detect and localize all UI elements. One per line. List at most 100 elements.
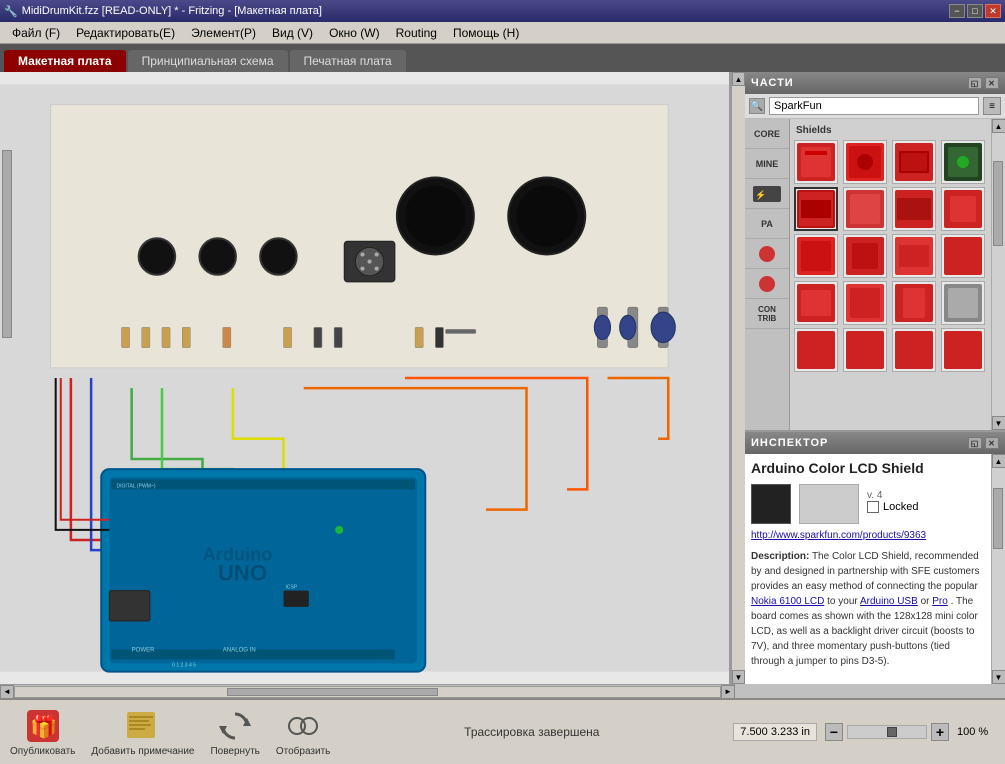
inspector-version-block: v. 4 Locked bbox=[867, 490, 918, 519]
part-cell-9[interactable] bbox=[794, 234, 838, 278]
close-button[interactable]: ✕ bbox=[985, 4, 1001, 18]
svg-text:POWER: POWER bbox=[132, 647, 156, 653]
inspector-scrollbar[interactable]: ▲ ▼ bbox=[991, 454, 1005, 684]
zoom-plus-button[interactable]: + bbox=[931, 723, 949, 741]
breadboard-svg: dots · · · · · · · · · · · · · · · · · ·… bbox=[0, 72, 729, 684]
canvas-vertical-scrollbar[interactable]: ▲ ▼ bbox=[731, 72, 745, 684]
parts-scroll-up[interactable]: ▲ bbox=[992, 119, 1005, 133]
inspector-scroll-track[interactable] bbox=[992, 468, 1005, 670]
zoom-control: − + bbox=[825, 723, 949, 741]
svg-text:· · · · · · · · · · · · · · ·: · · · · · · · · · · · · · · · · · · · · … bbox=[61, 174, 729, 179]
part-cell-18[interactable] bbox=[843, 328, 887, 372]
menu-file[interactable]: Файл (F) bbox=[4, 24, 68, 42]
part-cell-4[interactable] bbox=[941, 140, 985, 184]
add-note-icon bbox=[125, 708, 161, 744]
parts-scrollbar[interactable]: ▲ ▼ bbox=[991, 119, 1005, 430]
part-cell-13[interactable] bbox=[794, 281, 838, 325]
sidebar-item-category5[interactable] bbox=[745, 239, 789, 269]
sidebar-item-arduino[interactable]: ⚡ bbox=[745, 179, 789, 209]
inspector-content: Arduino Color LCD Shield v. 4 Locked ht bbox=[745, 454, 991, 684]
parts-sidebar: CORE MINE ⚡ PA bbox=[745, 119, 790, 430]
parts-scroll-down[interactable]: ▼ bbox=[992, 416, 1005, 430]
part-cell-8[interactable] bbox=[941, 187, 985, 231]
part-cell-7[interactable] bbox=[892, 187, 936, 231]
part-cell-19[interactable] bbox=[892, 328, 936, 372]
inspector-url[interactable]: http://www.sparkfun.com/products/9363 bbox=[751, 530, 985, 541]
scroll-left-button[interactable]: ◄ bbox=[0, 685, 14, 699]
minimize-button[interactable]: − bbox=[949, 4, 965, 18]
part-cell-15[interactable] bbox=[892, 281, 936, 325]
parts-search-input[interactable] bbox=[769, 97, 979, 115]
inspector-float-button[interactable]: ◱ bbox=[968, 437, 982, 449]
canvas-horizontal-scrollbar[interactable]: ◄ ► bbox=[0, 684, 735, 698]
part-cell-14[interactable] bbox=[843, 281, 887, 325]
title-bar-controls[interactable]: − □ ✕ bbox=[949, 4, 1001, 18]
desc-link-pro[interactable]: Pro bbox=[932, 596, 948, 607]
sidebar-item-core[interactable]: CORE bbox=[745, 119, 789, 149]
canvas-area[interactable]: dots · · · · · · · · · · · · · · · · · ·… bbox=[0, 72, 731, 684]
parts-close-button[interactable]: ✕ bbox=[985, 77, 999, 89]
parts-search-row: 🔍 ≡ bbox=[745, 94, 1005, 119]
menu-edit[interactable]: Редактировать(E) bbox=[68, 24, 183, 42]
menu-element[interactable]: Элемент(P) bbox=[183, 24, 264, 42]
locked-label: Locked bbox=[883, 501, 918, 513]
scroll-up-button[interactable]: ▲ bbox=[732, 72, 745, 86]
svg-text:DIGITAL (PWM~): DIGITAL (PWM~) bbox=[116, 483, 155, 489]
part-cell-1[interactable] bbox=[794, 140, 838, 184]
inspector-header-controls[interactable]: ◱ ✕ bbox=[968, 437, 999, 449]
parts-float-button[interactable]: ◱ bbox=[968, 77, 982, 89]
inspector-scroll-down[interactable]: ▼ bbox=[992, 670, 1005, 684]
locked-checkbox[interactable] bbox=[867, 501, 879, 513]
sidebar-item-pa[interactable]: PA bbox=[745, 209, 789, 239]
desc-link-arduino-usb[interactable]: Arduino USB bbox=[860, 596, 918, 607]
scroll-down-button[interactable]: ▼ bbox=[732, 670, 745, 684]
zoom-minus-button[interactable]: − bbox=[825, 723, 843, 741]
rotate-button-group[interactable]: Повернуть bbox=[210, 708, 259, 757]
parts-menu-button[interactable]: ≡ bbox=[983, 97, 1001, 115]
maximize-button[interactable]: □ bbox=[967, 4, 983, 18]
inspector-locked-row: Locked bbox=[867, 501, 918, 513]
scroll-track-horizontal[interactable] bbox=[14, 686, 721, 698]
svg-text:· · · · · · · · · · · · · · ·: · · · · · · · · · · · · · · · · · · · · … bbox=[61, 202, 729, 207]
part-cell-5[interactable] bbox=[794, 187, 838, 231]
scroll-track[interactable] bbox=[732, 86, 745, 670]
desc-text3: or bbox=[921, 596, 933, 607]
inspector-close-button[interactable]: ✕ bbox=[985, 437, 999, 449]
part-cell-16[interactable] bbox=[941, 281, 985, 325]
sidebar-item-category6[interactable] bbox=[745, 269, 789, 299]
zoom-value: 100 % bbox=[957, 726, 995, 738]
part-cell-2[interactable] bbox=[843, 140, 887, 184]
part-cell-3[interactable] bbox=[892, 140, 936, 184]
part-cell-11[interactable] bbox=[892, 234, 936, 278]
part-cell-20[interactable] bbox=[941, 328, 985, 372]
tab-schematic[interactable]: Принципиальная схема bbox=[128, 50, 288, 72]
part-cell-12[interactable] bbox=[941, 234, 985, 278]
part-cell-6[interactable] bbox=[843, 187, 887, 231]
tab-breadboard[interactable]: Макетная плата bbox=[4, 50, 126, 72]
inspector-scroll-up[interactable]: ▲ bbox=[992, 454, 1005, 468]
menu-view[interactable]: Вид (V) bbox=[264, 24, 321, 42]
parts-content: CORE MINE ⚡ PA bbox=[745, 119, 1005, 430]
parts-header-controls[interactable]: ◱ ✕ bbox=[968, 77, 999, 89]
menu-routing[interactable]: Routing bbox=[388, 24, 445, 42]
svg-text:0 1 2 3 4 5: 0 1 2 3 4 5 bbox=[172, 663, 196, 669]
sidebar-item-mine[interactable]: MINE bbox=[745, 149, 789, 179]
part-cell-10[interactable] bbox=[843, 234, 887, 278]
bottom-toolbar: 🎁 Опубликовать Добавить примечание bbox=[0, 698, 1005, 764]
display-button-group[interactable]: Отобразить bbox=[276, 708, 331, 757]
parts-panel: ЧАСТИ ◱ ✕ 🔍 ≡ CORE MINE bbox=[745, 72, 1005, 432]
canvas-container: dots · · · · · · · · · · · · · · · · · ·… bbox=[0, 72, 745, 684]
sidebar-item-contrib[interactable]: CONTRIB bbox=[745, 299, 789, 329]
menu-window[interactable]: Окно (W) bbox=[321, 24, 388, 42]
add-note-button-group[interactable]: Добавить примечание bbox=[91, 708, 194, 757]
rotate-label: Повернуть bbox=[210, 746, 259, 757]
scroll-right-button[interactable]: ► bbox=[721, 685, 735, 699]
desc-link-nokia[interactable]: Nokia 6100 LCD bbox=[751, 596, 824, 607]
menu-help[interactable]: Помощь (H) bbox=[445, 24, 527, 42]
tab-pcb[interactable]: Печатная плата bbox=[290, 50, 406, 72]
parts-scroll-track[interactable] bbox=[992, 133, 1005, 416]
publish-button-group[interactable]: 🎁 Опубликовать bbox=[10, 708, 75, 757]
scroll-thumb bbox=[2, 150, 12, 338]
part-cell-17[interactable] bbox=[794, 328, 838, 372]
zoom-slider[interactable] bbox=[847, 725, 927, 739]
